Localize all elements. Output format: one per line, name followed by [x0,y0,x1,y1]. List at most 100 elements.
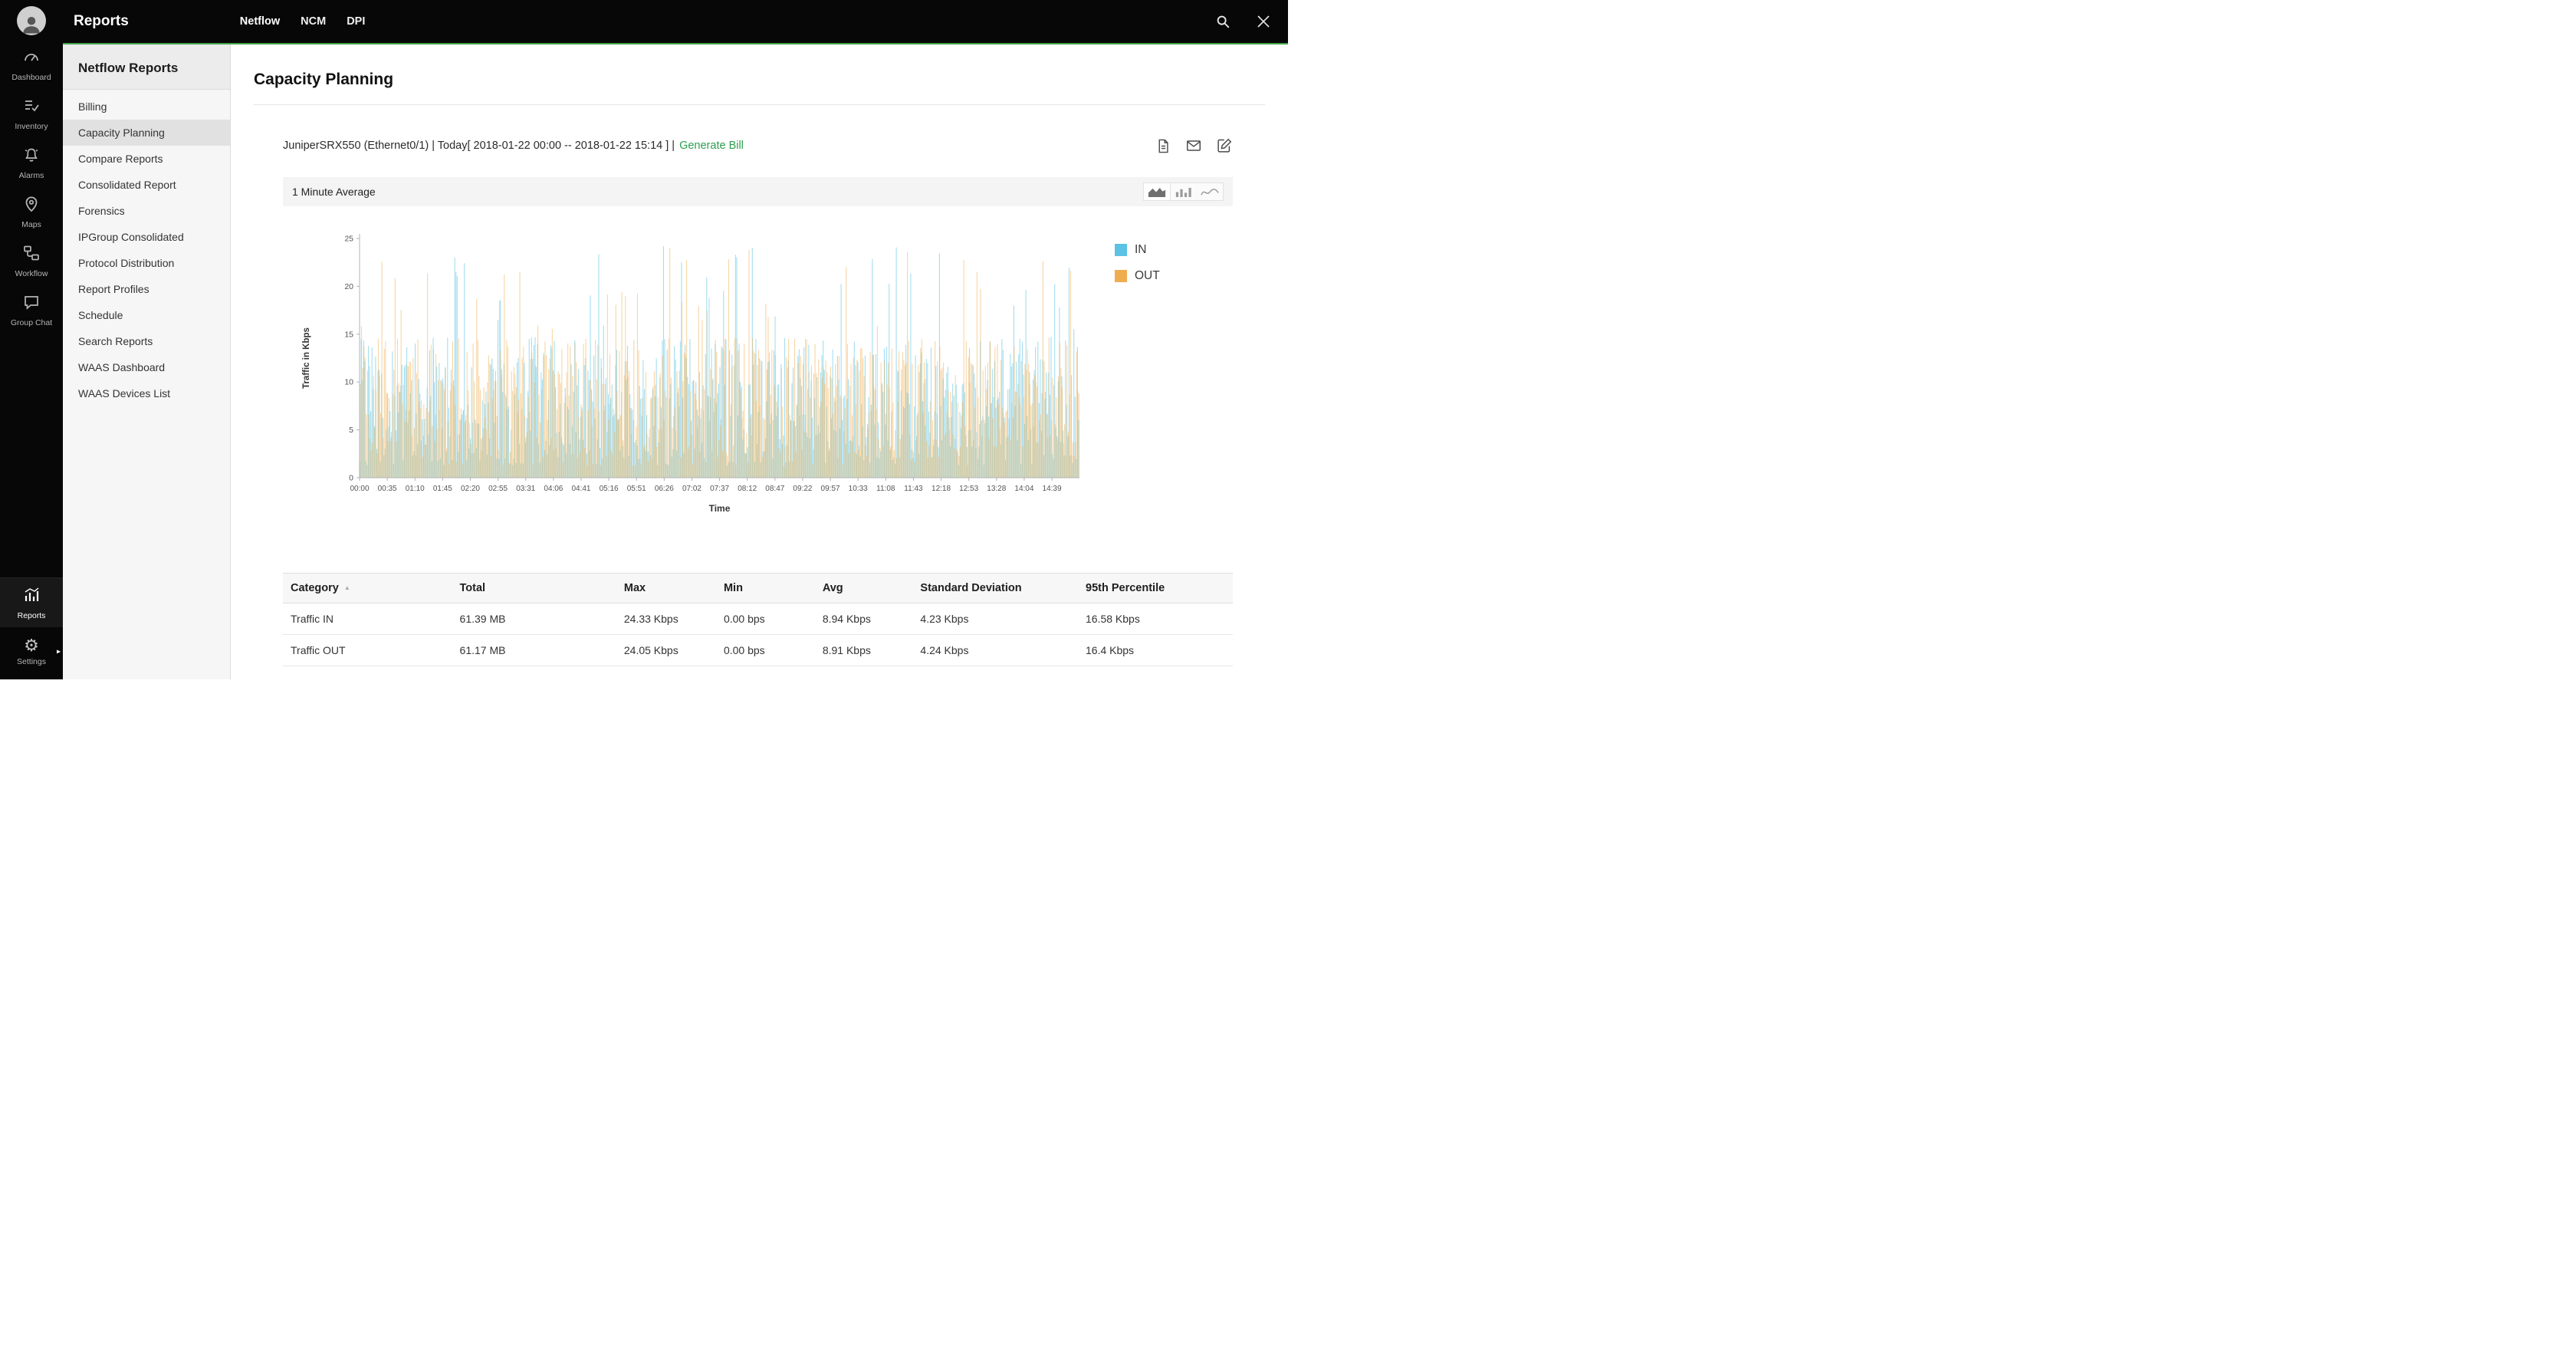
legend-item-out[interactable]: OUT [1115,269,1233,283]
sidebar-item-consolidated-report[interactable]: Consolidated Report [63,172,230,198]
area-chart-type-icon[interactable] [1144,183,1171,200]
cell-avg: 8.91 Kbps [815,635,913,666]
sidebar-item-compare-reports[interactable]: Compare Reports [63,146,230,172]
cell-total: 61.39 MB [452,603,616,635]
svg-text:14:04: 14:04 [1014,485,1033,493]
settings-gear-icon: ⚙ [24,637,39,654]
rail-item-label: Maps [21,220,41,229]
reports-chart-icon [22,586,41,608]
nav-netflow[interactable]: Netflow [240,15,280,28]
svg-text:03:31: 03:31 [516,485,535,493]
cell-category: Traffic IN [283,603,452,635]
svg-text:02:55: 02:55 [488,485,508,493]
sort-icon[interactable]: ▲ [344,584,350,591]
export-pdf-icon[interactable] [1155,138,1171,154]
svg-text:12:53: 12:53 [959,485,978,493]
avatar[interactable] [17,6,46,35]
legend-label-in: IN [1135,243,1147,257]
table-row-traffic-in: Traffic IN 61.39 MB 24.33 Kbps 0.00 bps … [283,603,1233,635]
sidebar-item-billing[interactable]: Billing [63,94,230,120]
main-content: Capacity Planning JuniperSRX550 (Etherne… [231,44,1288,679]
legend-item-in[interactable]: IN [1115,243,1233,257]
cell-min: 0.00 bps [716,635,815,666]
column-header-avg[interactable]: Avg [815,574,913,603]
nav-ncm[interactable]: NCM [301,15,326,28]
cell-avg: 8.94 Kbps [815,603,913,635]
svg-text:5: 5 [349,426,353,435]
topbar-actions [1214,12,1288,31]
report-info-bar: JuniperSRX550 (Ethernet0/1) | Today[ 201… [283,137,1233,154]
rail-item-alarms[interactable]: Alarms [0,138,63,187]
rail-item-label: Reports [18,611,46,620]
chart-type-switcher [1143,182,1224,201]
netflow-reports-sidebar: Netflow Reports Billing Capacity Plannin… [63,44,231,679]
column-header-total[interactable]: Total [452,574,616,603]
sidebar-item-protocol-distribution[interactable]: Protocol Distribution [63,250,230,276]
sidebar-list: Billing Capacity Planning Compare Report… [63,94,230,406]
rail-top-items: Dashboard Inventory [0,40,63,334]
settings-flyout-arrow-icon: ▸ [57,648,61,656]
nav-dpi[interactable]: DPI [347,15,365,28]
column-header-max[interactable]: Max [616,574,716,603]
close-icon[interactable] [1254,12,1273,31]
sidebar-item-waas-dashboard[interactable]: WAAS Dashboard [63,354,230,380]
rail-item-maps[interactable]: Maps [0,187,63,236]
search-icon[interactable] [1214,13,1231,30]
cell-max: 24.05 Kbps [616,635,716,666]
column-header-category[interactable]: Category▲ [283,574,452,603]
sidebar-item-waas-devices-list[interactable]: WAAS Devices List [63,380,230,406]
svg-text:10: 10 [344,378,353,387]
svg-text:05:51: 05:51 [627,485,646,493]
report-scope: JuniperSRX550 (Ethernet0/1) | Today[ 201… [283,140,744,152]
cell-stddev: 4.23 Kbps [912,603,1078,635]
chat-bubble-icon [22,293,41,315]
report-section: JuniperSRX550 (Ethernet0/1) | Today[ 201… [283,137,1233,666]
rail-item-dashboard[interactable]: Dashboard [0,40,63,89]
sidebar-item-forensics[interactable]: Forensics [63,198,230,224]
generate-bill-link[interactable]: Generate Bill [679,140,744,152]
chart-plot-area[interactable]: 051015202500:0000:3501:1001:4502:2002:55… [283,225,1087,533]
svg-text:12:18: 12:18 [932,485,951,493]
sidebar-item-schedule[interactable]: Schedule [63,302,230,328]
chart-panel-title: 1 Minute Average [292,186,376,198]
rail-item-workflow[interactable]: Workflow [0,236,63,285]
svg-text:15: 15 [344,330,353,339]
rail-item-reports[interactable]: Reports [0,578,63,627]
bar-chart-type-icon[interactable] [1171,183,1197,200]
svg-text:01:10: 01:10 [406,485,425,493]
svg-text:08:47: 08:47 [765,485,784,493]
email-report-icon[interactable] [1185,137,1202,154]
svg-text:10:33: 10:33 [849,485,868,493]
sidebar-item-ipgroup-consolidated[interactable]: IPGroup Consolidated [63,224,230,250]
line-chart-type-icon[interactable] [1197,183,1223,200]
left-icon-rail: Dashboard Inventory [0,0,63,679]
svg-text:09:22: 09:22 [793,485,812,493]
svg-text:04:06: 04:06 [544,485,563,493]
inventory-icon [22,97,41,119]
rail-item-label: Alarms [19,171,44,180]
edit-report-icon[interactable] [1216,137,1233,154]
rail-bottom-items: Reports ⚙ Settings ▸ [0,577,63,679]
column-header-min[interactable]: Min [716,574,815,603]
rail-item-settings[interactable]: ⚙ Settings ▸ [0,627,63,676]
svg-text:13:28: 13:28 [987,485,1006,493]
alarm-bell-icon [22,146,41,168]
svg-text:25: 25 [344,235,353,244]
sidebar-item-capacity-planning[interactable]: Capacity Planning [63,120,230,146]
rail-item-label: Inventory [15,122,48,131]
sidebar-item-search-reports[interactable]: Search Reports [63,328,230,354]
cell-95th: 16.58 Kbps [1078,603,1233,635]
rail-item-inventory[interactable]: Inventory [0,89,63,138]
cell-95th: 16.4 Kbps [1078,635,1233,666]
map-pin-icon [22,195,41,217]
column-header-stddev[interactable]: Standard Deviation [912,574,1078,603]
rail-item-label: Workflow [15,269,48,278]
svg-text:02:20: 02:20 [461,485,480,493]
sidebar-item-report-profiles[interactable]: Report Profiles [63,276,230,302]
rail-item-group-chat[interactable]: Group Chat [0,285,63,334]
cell-max: 24.33 Kbps [616,603,716,635]
svg-text:11:08: 11:08 [876,485,895,493]
chart-panel-header: 1 Minute Average [283,177,1233,206]
column-header-95th[interactable]: 95th Percentile [1078,574,1233,603]
svg-text:05:16: 05:16 [600,485,619,493]
